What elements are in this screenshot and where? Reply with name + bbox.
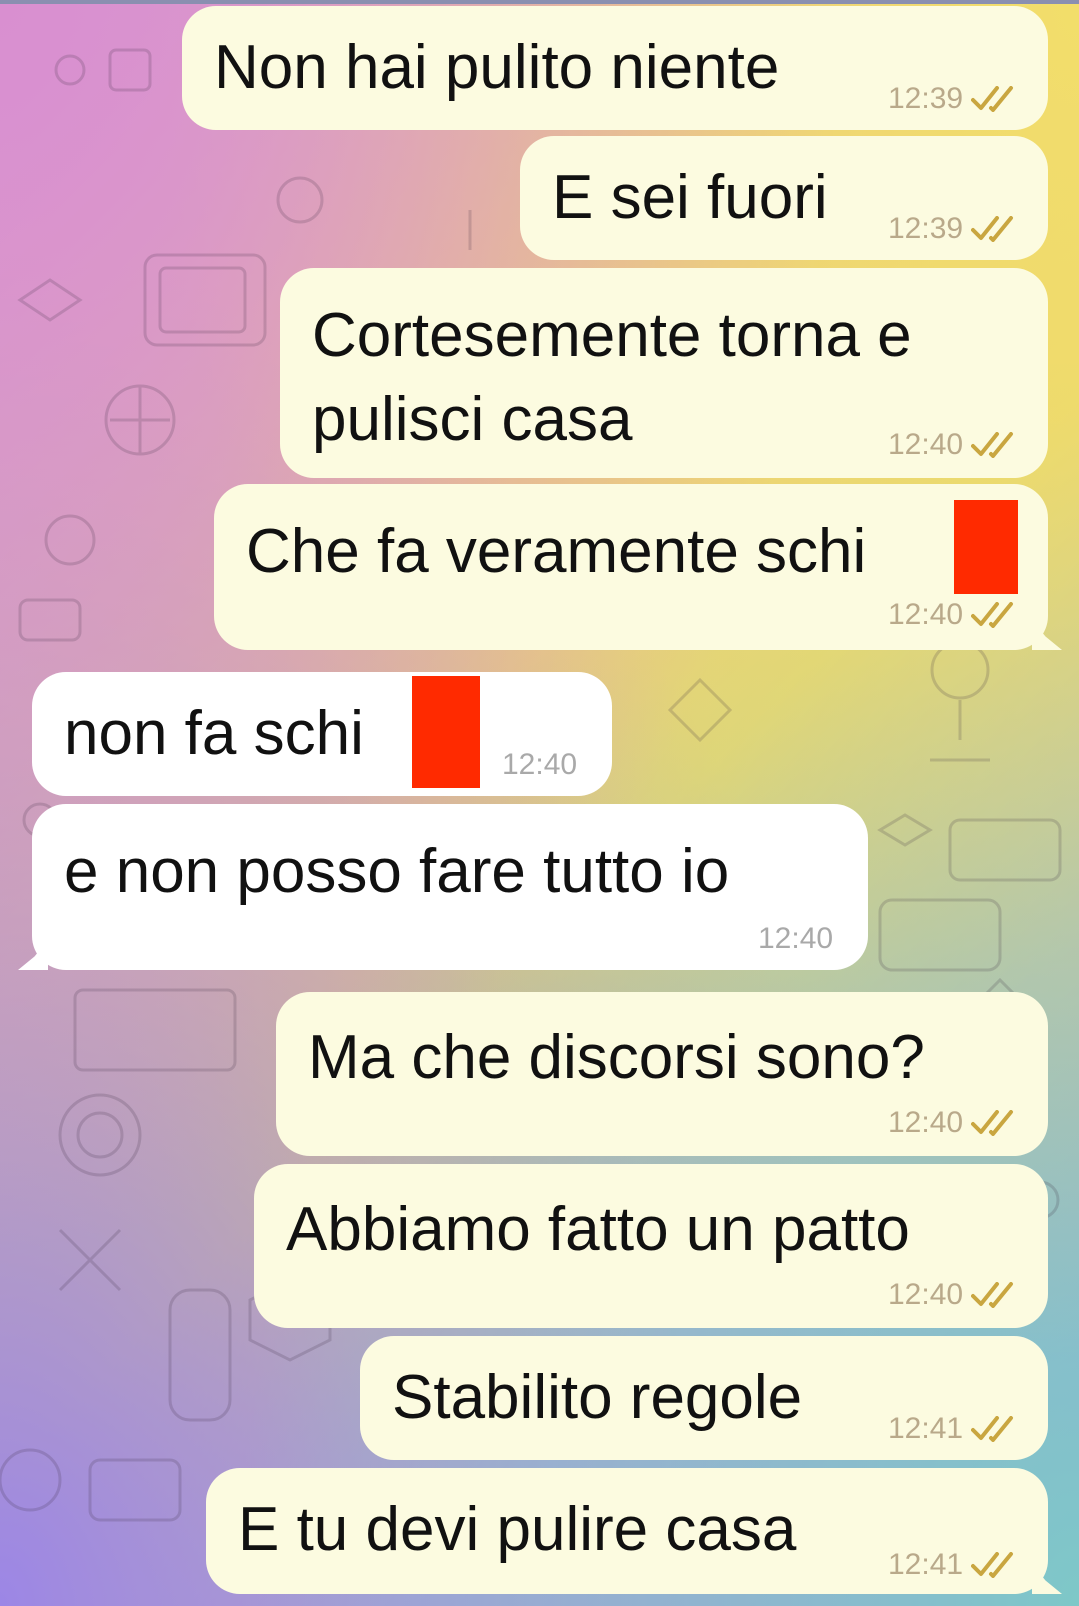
message-time: 12:39 [888, 82, 964, 115]
message-time: 12:41 [888, 1412, 964, 1445]
message-meta: 12:40 [888, 428, 1019, 462]
top-divider [0, 0, 1079, 4]
message-text: Abbiamo fatto un patto [286, 1195, 910, 1264]
message-bubble-outgoing[interactable]: E sei fuori 12:39 [520, 136, 1048, 260]
message-meta: 12:40 [758, 922, 833, 956]
message-text: non fa schi [64, 699, 364, 768]
message-text: Stabilito regole [392, 1363, 803, 1432]
message-meta: 12:39 [888, 212, 1019, 246]
message-meta: 12:41 [888, 1412, 1019, 1446]
message-time: 12:40 [888, 428, 964, 461]
message-time: 12:40 [758, 922, 834, 955]
message-text-line2: pulisci casa [312, 385, 633, 454]
message-text: Ma che discorsi sono? [308, 1023, 925, 1092]
message-text: e non posso fare tutto io [64, 837, 730, 906]
message-time: 12:40 [888, 1278, 964, 1311]
message-bubble-outgoing[interactable]: Ma che discorsi sono? 12:40 [276, 992, 1048, 1156]
message-text-line1: Cortesemente torna e [312, 301, 912, 370]
double-check-icon [971, 432, 1019, 458]
message-text: E sei fuori [552, 163, 828, 232]
double-check-icon [971, 1552, 1019, 1578]
message-bubble-outgoing[interactable]: Abbiamo fatto un patto 12:40 [254, 1164, 1048, 1328]
message-bubble-outgoing[interactable]: Che fa veramente schi 12:40 [214, 484, 1048, 650]
message-meta: 12:40 [502, 748, 577, 782]
message-meta: 12:41 [888, 1548, 1019, 1582]
message-text: Non hai pulito niente [214, 33, 780, 102]
message-bubble-outgoing[interactable]: Non hai pulito niente 12:39 [182, 6, 1048, 130]
message-bubble-outgoing[interactable]: Stabilito regole 12:41 [360, 1336, 1048, 1460]
message-bubble-outgoing[interactable]: Cortesemente torna e pulisci casa 12:40 [280, 268, 1048, 478]
double-check-icon [971, 216, 1019, 242]
double-check-icon [971, 1416, 1019, 1442]
message-bubble-outgoing[interactable]: E tu devi pulire casa 12:41 [206, 1468, 1048, 1594]
message-bubble-incoming[interactable]: non fa schi 12:40 [32, 672, 612, 796]
double-check-icon [971, 1282, 1019, 1308]
message-text: E tu devi pulire casa [238, 1495, 797, 1564]
double-check-icon [971, 86, 1019, 112]
message-time: 12:40 [888, 1106, 964, 1139]
message-time: 12:40 [888, 598, 964, 631]
message-meta: 12:40 [888, 598, 1019, 632]
message-text: Che fa veramente schi [246, 517, 867, 586]
message-meta: 12:39 [888, 82, 1019, 116]
message-bubble-incoming[interactable]: e non posso fare tutto io 12:40 [32, 804, 868, 970]
message-time: 12:39 [888, 212, 964, 245]
redaction-block [412, 676, 480, 788]
message-meta: 12:40 [888, 1106, 1019, 1140]
double-check-icon [971, 1110, 1019, 1136]
message-time: 12:41 [888, 1548, 964, 1581]
message-time: 12:40 [502, 748, 578, 781]
message-meta: 12:40 [888, 1278, 1019, 1312]
double-check-icon [971, 602, 1019, 628]
redaction-block [954, 500, 1018, 594]
